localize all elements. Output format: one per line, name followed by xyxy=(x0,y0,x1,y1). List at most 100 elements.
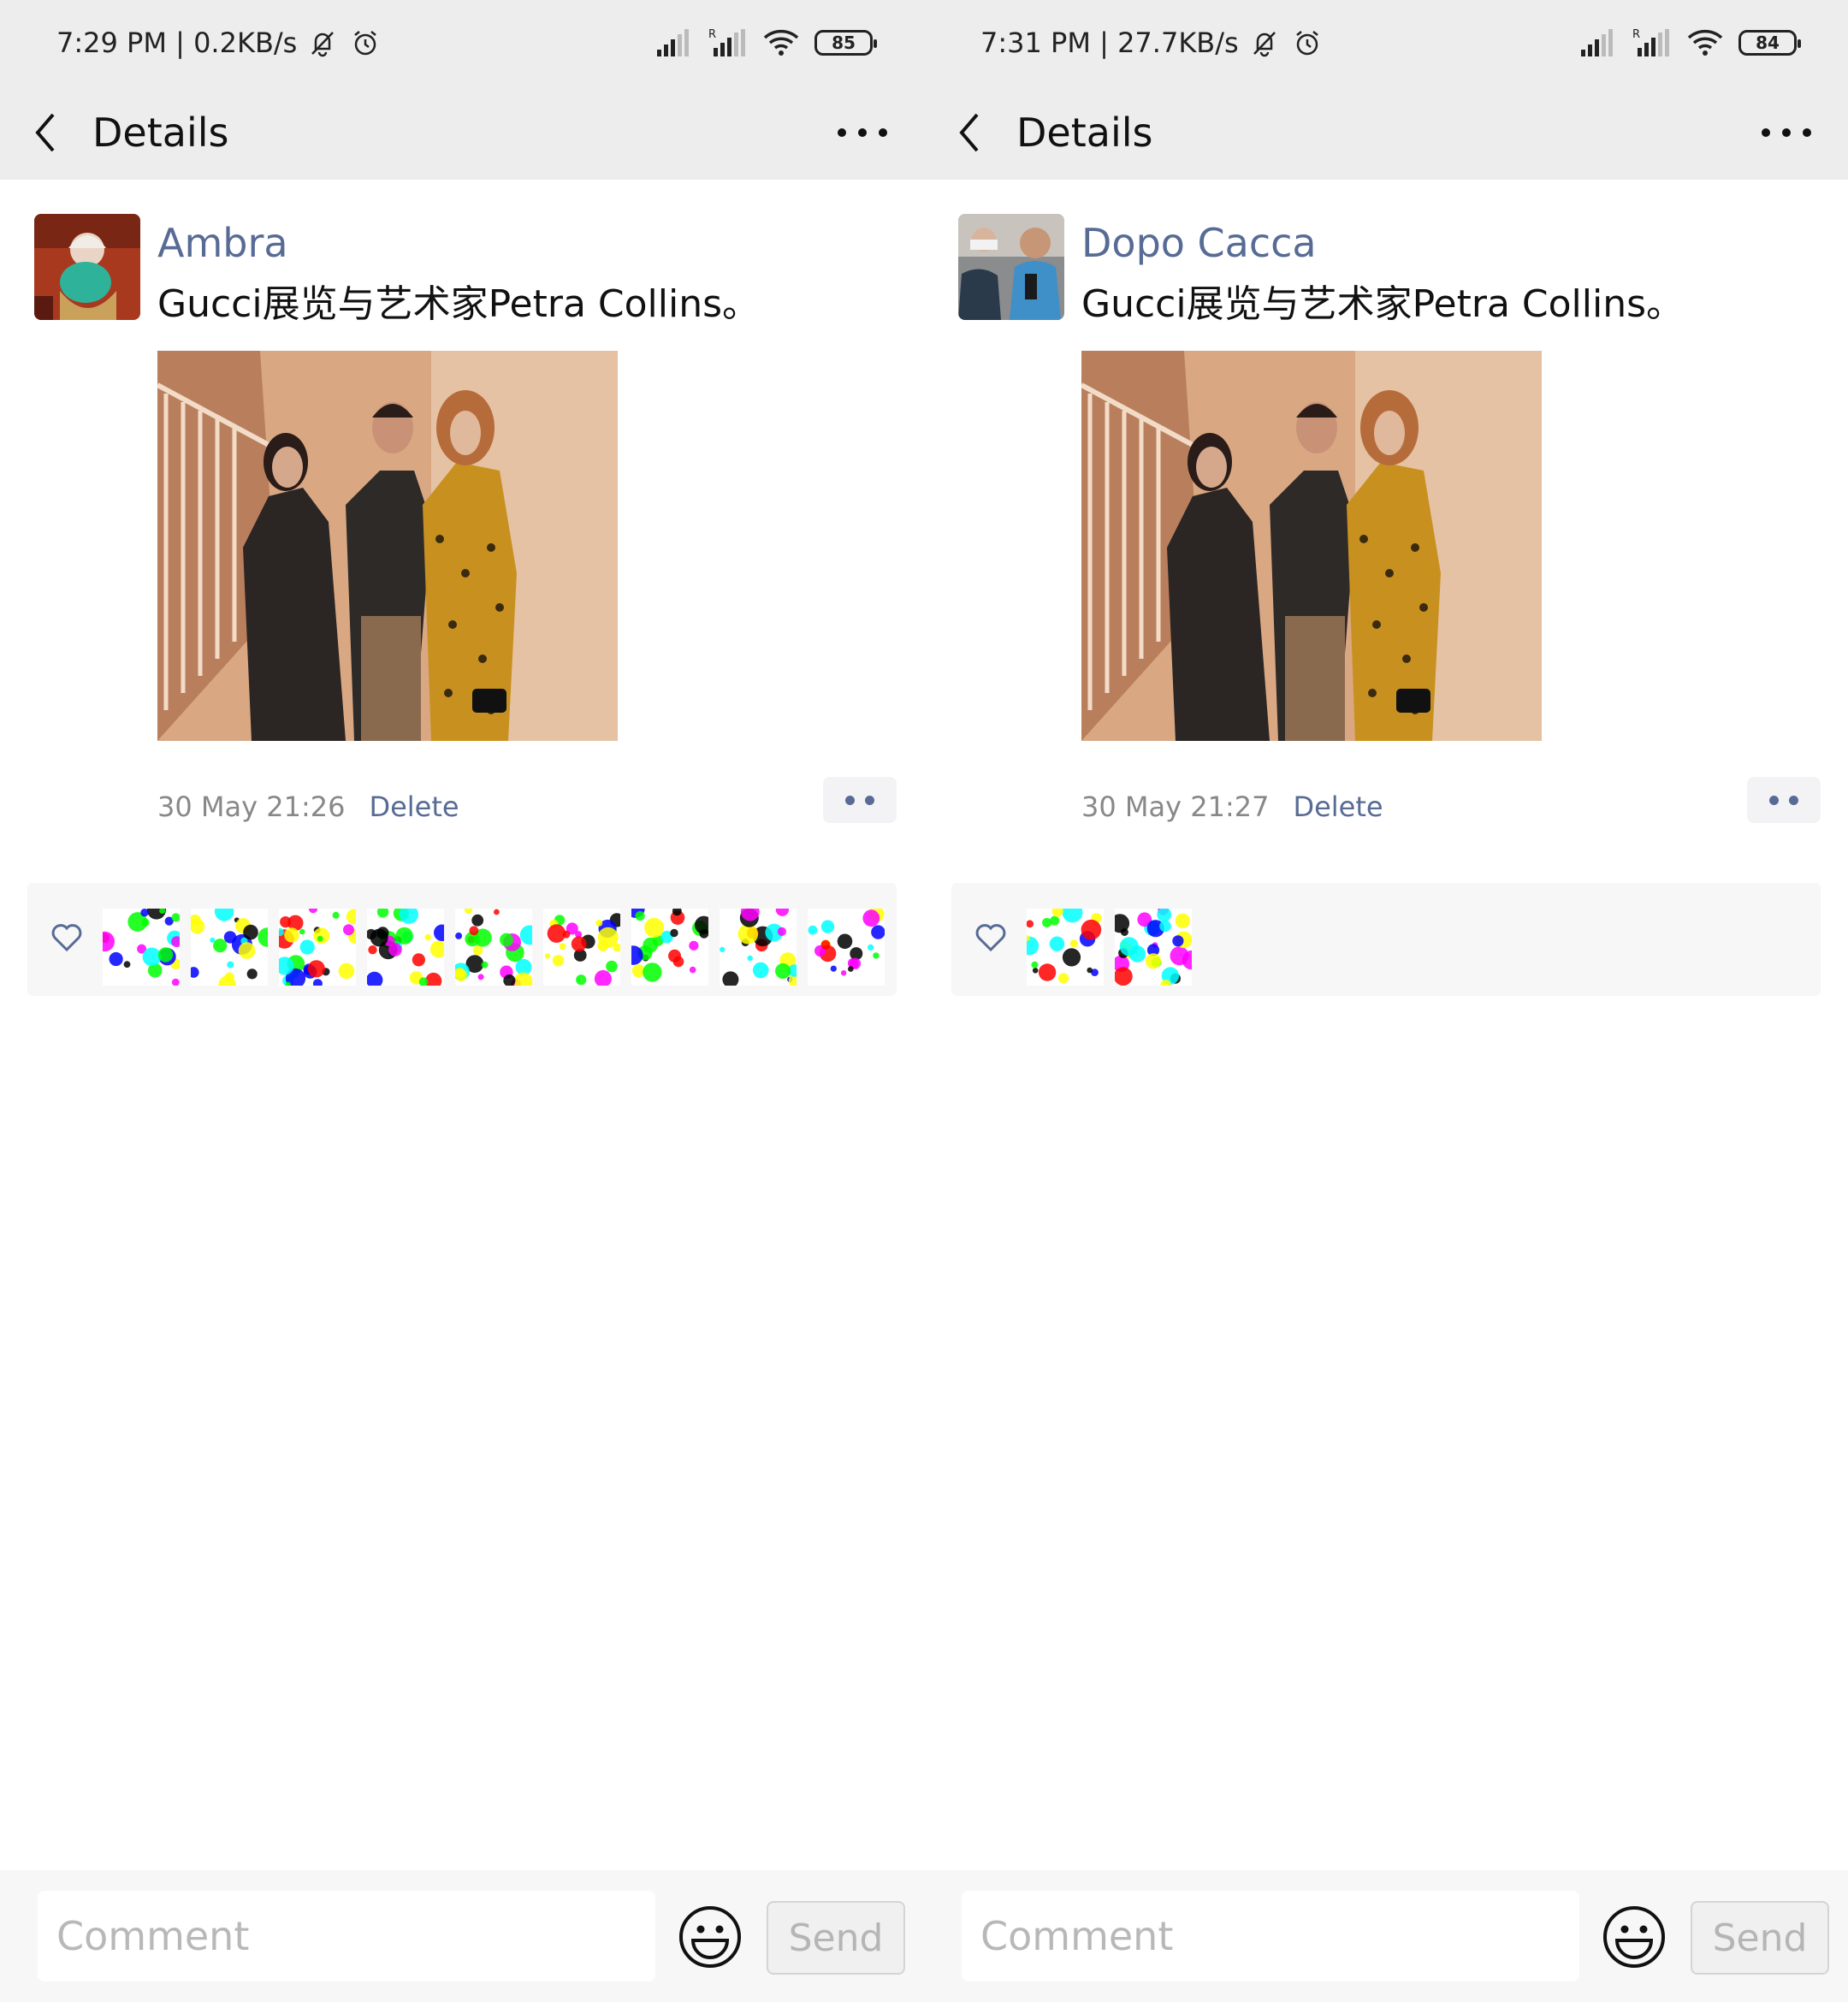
avatar-dot xyxy=(1057,973,1069,984)
avatar-dot xyxy=(243,924,258,940)
liker-avatar[interactable] xyxy=(191,909,268,986)
avatar-dot xyxy=(597,927,619,948)
author-name[interactable]: Ambra xyxy=(157,217,288,269)
avatar-dot xyxy=(689,966,696,974)
avatar-dot xyxy=(109,951,123,967)
avatar-dot xyxy=(868,944,874,951)
liker-avatar-image xyxy=(720,909,797,986)
liker-avatar-image xyxy=(1115,909,1192,986)
liker-avatar[interactable] xyxy=(543,909,620,986)
chevron-left-icon[interactable] xyxy=(953,104,987,161)
likes-panel xyxy=(27,883,897,996)
page-title: Details xyxy=(92,110,229,156)
avatar-dot xyxy=(1157,909,1172,922)
menu-dot xyxy=(845,795,855,805)
liker-avatar[interactable] xyxy=(455,909,532,986)
bell-off-icon xyxy=(1247,26,1282,60)
avatar-dot xyxy=(258,927,268,947)
delete-link[interactable]: Delete xyxy=(1293,787,1383,826)
status-bar: 7:31 PM | 27.7KB/s R 84 xyxy=(924,0,1848,86)
author-name[interactable]: Dopo Cacca xyxy=(1081,217,1317,269)
liker-avatar-image xyxy=(631,909,708,982)
avatar-dot xyxy=(299,928,305,935)
avatar-dot xyxy=(873,952,880,959)
avatar-dot xyxy=(544,953,551,959)
smiley-icon[interactable] xyxy=(678,1904,743,1969)
svg-text:R: R xyxy=(708,28,716,41)
liker-avatar-image xyxy=(367,909,444,986)
avatar-dot xyxy=(1145,953,1162,969)
liker-avatar-image xyxy=(455,909,532,986)
avatar-dot xyxy=(191,967,199,978)
liker-avatar[interactable] xyxy=(1115,909,1192,986)
avatar-dot xyxy=(223,931,237,944)
avatar-dot xyxy=(820,920,835,933)
avatar[interactable] xyxy=(34,214,140,320)
post-photo[interactable] xyxy=(1081,351,1542,741)
chevron-left-icon[interactable] xyxy=(29,104,63,161)
liker-avatar-image xyxy=(103,909,180,986)
send-button[interactable]: Send xyxy=(767,1901,905,1975)
comment-input[interactable] xyxy=(962,1891,1579,1981)
battery-level: 84 xyxy=(1756,33,1780,53)
more-horizontal-icon[interactable] xyxy=(835,111,890,154)
delete-link[interactable]: Delete xyxy=(369,787,459,826)
avatar-dot xyxy=(481,961,489,968)
liker-avatar[interactable] xyxy=(1027,909,1104,986)
avatar-dot xyxy=(808,925,818,935)
avatar-dot xyxy=(142,947,162,967)
heart-outline-icon xyxy=(51,924,82,952)
alarm-clock-icon xyxy=(348,26,382,60)
avatar-dot xyxy=(1038,963,1057,981)
avatar-dot xyxy=(862,909,880,927)
avatar-dot xyxy=(1042,917,1052,927)
wifi-icon xyxy=(763,29,799,56)
avatar-dot xyxy=(1051,909,1063,917)
avatar-dot xyxy=(424,933,431,941)
smiley-icon[interactable] xyxy=(1602,1904,1667,1969)
avatar-dot xyxy=(1031,961,1039,968)
liker-avatar[interactable] xyxy=(808,909,885,986)
avatar-dot xyxy=(1087,967,1093,974)
post-meta: 30 May 21:26 Delete xyxy=(157,787,459,826)
avatar-dot xyxy=(307,960,325,978)
avatar-dot xyxy=(210,937,216,943)
more-horizontal-icon[interactable] xyxy=(1759,111,1814,154)
avatar-dot xyxy=(343,924,354,936)
likes-panel xyxy=(951,883,1821,996)
avatar-dot xyxy=(571,936,587,952)
liker-avatar[interactable] xyxy=(367,909,444,986)
status-left: 7:29 PM | 0.2KB/s xyxy=(56,26,382,60)
avatar-dot xyxy=(434,924,444,942)
liker-avatar[interactable] xyxy=(279,909,356,986)
avatar-dot xyxy=(313,927,330,945)
avatar-dot xyxy=(1027,920,1034,928)
phone-screen-left: 7:29 PM | 0.2KB/s R 85 Details Ambra Guc… xyxy=(0,0,924,2002)
avatar-dot xyxy=(1062,909,1083,923)
alarm-clock-icon xyxy=(1290,26,1324,60)
post-photo[interactable] xyxy=(157,351,618,741)
post-meta: 30 May 21:27 Delete xyxy=(1081,787,1383,826)
like-comment-menu-button[interactable] xyxy=(1747,777,1821,823)
liker-avatar[interactable] xyxy=(103,909,180,986)
liker-avatar[interactable] xyxy=(631,909,708,986)
phone-screen-right: 7:31 PM | 27.7KB/s R 84 Details Dopo Cac… xyxy=(924,0,1848,2002)
like-comment-menu-button[interactable] xyxy=(823,777,897,823)
liker-avatar-image xyxy=(279,909,356,986)
avatar-dot xyxy=(1172,935,1184,947)
avatar-dot xyxy=(513,972,532,986)
avatar-dot xyxy=(720,946,726,952)
avatar-dot xyxy=(552,955,565,967)
liker-avatar[interactable] xyxy=(720,909,797,986)
likers-avatar-list xyxy=(103,909,885,986)
avatar-dot xyxy=(1049,936,1065,951)
avatar[interactable] xyxy=(958,214,1064,320)
comment-input[interactable] xyxy=(38,1891,655,1981)
battery-indicator: 84 xyxy=(1738,30,1801,56)
avatar-dot xyxy=(284,927,299,943)
avatar-dot xyxy=(1120,928,1128,936)
send-button[interactable]: Send xyxy=(1691,1901,1829,1975)
avatar-dot xyxy=(576,974,587,986)
avatar-dot xyxy=(246,968,258,980)
cellular-signal-icon xyxy=(1581,29,1613,56)
